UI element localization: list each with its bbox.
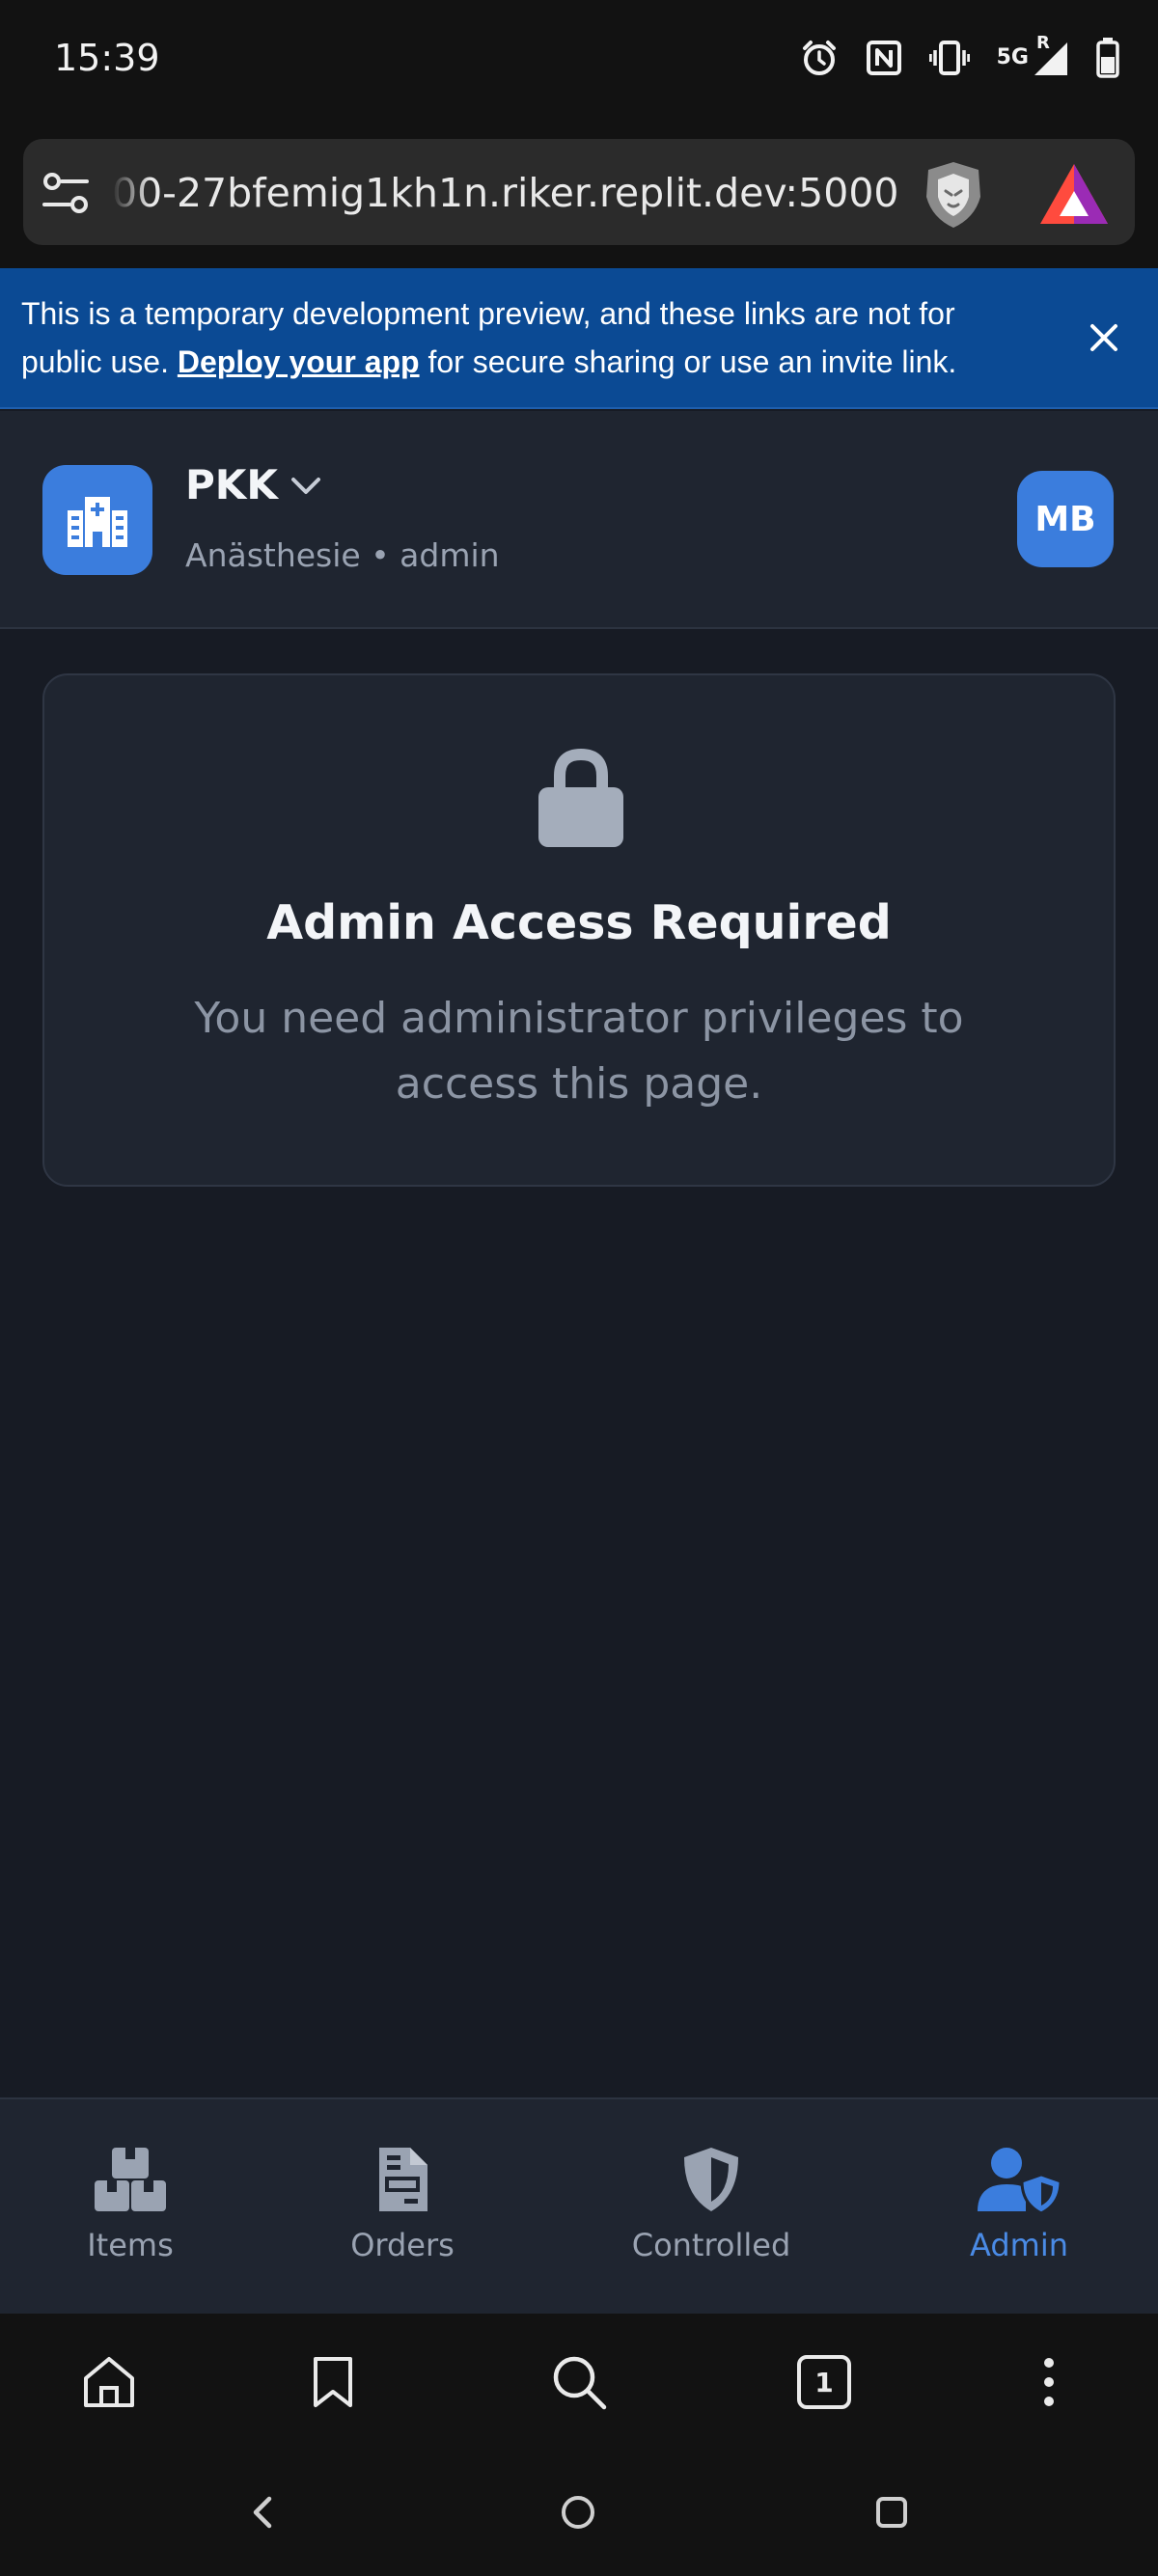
signal-icon: [1034, 42, 1067, 75]
nfc-icon: [866, 41, 901, 75]
tabs-button[interactable]: 1: [790, 2348, 858, 2416]
bat-rewards-icon[interactable]: [1038, 162, 1110, 226]
back-button[interactable]: [234, 2483, 291, 2541]
home-button[interactable]: [75, 2348, 143, 2416]
network-label: 5G: [996, 45, 1029, 69]
nav-label-admin: Admin: [970, 2227, 1068, 2263]
boxes-icon: [95, 2148, 166, 2211]
battery-icon: [1096, 38, 1119, 78]
document-icon: [379, 2148, 427, 2211]
status-bar: 15:39 5G R: [0, 0, 1158, 116]
more-icon: [1044, 2358, 1054, 2406]
status-icons: 5G R: [800, 31, 1119, 85]
nav-label-orders: Orders: [350, 2227, 455, 2263]
chevron-down-icon[interactable]: [288, 471, 324, 500]
url-fade: [112, 164, 151, 222]
home-nav-button[interactable]: [549, 2483, 607, 2541]
bookmark-button[interactable]: [299, 2348, 367, 2416]
hospital-name[interactable]: PKK: [185, 461, 278, 508]
hospital-logo[interactable]: [42, 465, 152, 575]
nav-item-admin[interactable]: Admin: [894, 2099, 1144, 2316]
home-icon: [84, 2357, 134, 2407]
bookmark-icon: [314, 2357, 352, 2407]
nav-item-controlled[interactable]: Controlled: [586, 2099, 837, 2316]
search-button[interactable]: [545, 2348, 613, 2416]
app-header: PKK Anästhesie • admin MB: [0, 411, 1158, 629]
card-message: You need administrator privileges to acc…: [194, 994, 964, 1109]
vibrate-icon: [928, 41, 970, 75]
browser-toolbar: 1: [0, 2314, 1158, 2449]
url-text[interactable]: 00-27bfemig1kh1n.riker.replit.dev:5000: [112, 164, 915, 222]
nav-label-controlled: Controlled: [631, 2227, 791, 2263]
nav-item-items[interactable]: Items: [5, 2099, 256, 2316]
site-settings-icon[interactable]: [39, 166, 93, 220]
user-shield-icon: [978, 2148, 1062, 2213]
bottom-nav: Items Orders Controlled Admin: [0, 2097, 1158, 2314]
tabs-icon: 1: [797, 2355, 851, 2409]
browser-url-bar: 00-27bfemig1kh1n.riker.replit.dev:5000: [0, 116, 1158, 268]
banner-text-after: for secure sharing or use an invite link…: [419, 344, 957, 379]
brave-shield-icon[interactable]: [917, 158, 990, 232]
unit-role-label: Anästhesie • admin: [185, 536, 500, 574]
close-icon[interactable]: [1083, 316, 1125, 359]
more-menu-button[interactable]: [1015, 2348, 1083, 2416]
recents-button[interactable]: [863, 2483, 921, 2541]
url-value: 00-27bfemig1kh1n.riker.replit.dev:5000: [112, 170, 899, 216]
back-icon: [253, 2496, 272, 2529]
banner-text: This is a temporary development preview,…: [21, 289, 1044, 386]
home-circle-icon: [562, 2496, 594, 2529]
dev-preview-banner: This is a temporary development preview,…: [0, 268, 1158, 409]
address-bar[interactable]: 00-27bfemig1kh1n.riker.replit.dev:5000: [23, 139, 1135, 245]
shield-icon: [684, 2148, 738, 2211]
card-title: Admin Access Required: [266, 895, 892, 950]
search-icon: [553, 2356, 607, 2410]
status-time: 15:39: [54, 37, 160, 79]
android-nav-bar: [0, 2449, 1158, 2576]
main-content: Admin Access Required You need administr…: [0, 631, 1158, 2097]
hospital-icon: [68, 497, 127, 547]
nav-item-orders[interactable]: Orders: [277, 2099, 528, 2316]
access-denied-card: Admin Access Required You need administr…: [42, 673, 1116, 1187]
user-avatar[interactable]: MB: [1017, 471, 1114, 567]
alarm-icon: [802, 41, 836, 75]
recents-icon: [876, 2497, 907, 2528]
deploy-app-link[interactable]: Deploy your app: [178, 344, 420, 379]
nav-label-items: Items: [87, 2227, 174, 2263]
lock-icon: [538, 748, 623, 847]
